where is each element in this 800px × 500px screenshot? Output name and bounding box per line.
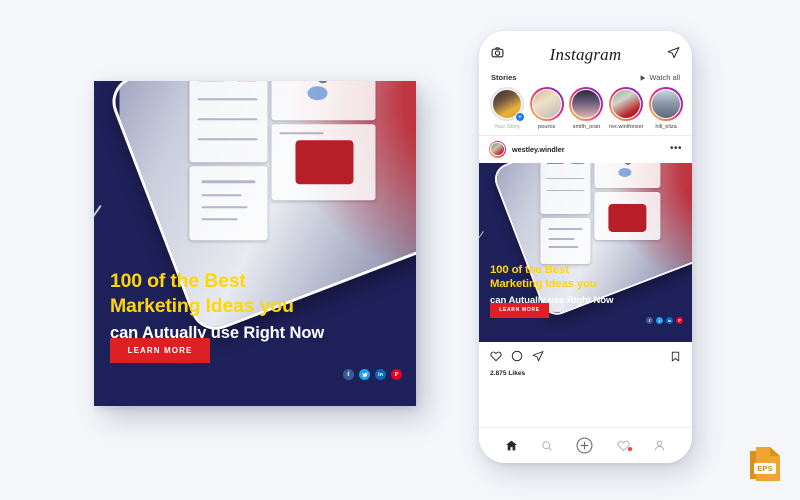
stories-header: Stories Watch all — [479, 71, 692, 85]
nav-profile-icon[interactable] — [653, 439, 666, 452]
story-item[interactable]: + Your Story — [489, 87, 525, 130]
post-avatar[interactable] — [489, 140, 506, 158]
post-username[interactable]: westley.windler — [512, 145, 565, 154]
linkedin-icon[interactable]: in — [666, 316, 673, 324]
ellipsis-icon[interactable]: ••• — [670, 144, 682, 154]
eps-label: EPS — [754, 463, 776, 474]
paper-plane-outline-icon[interactable] — [532, 349, 544, 367]
post-headline-line1: 100 of the Best — [490, 263, 569, 276]
story-username: rex.wintheiser — [609, 123, 644, 130]
post-decor-line-2 — [479, 230, 485, 278]
stories-label: Stories — [491, 73, 517, 82]
post-social-icons: f t in P — [646, 316, 683, 324]
story-username: smith_oran — [572, 123, 601, 130]
facebook-icon[interactable]: f — [343, 369, 354, 380]
story-item[interactable]: smith_oran — [569, 87, 605, 130]
post-learn-more-button[interactable]: LEARN MORE — [490, 302, 549, 318]
nav-home-icon[interactable] — [505, 439, 518, 452]
facebook-icon[interactable]: f — [646, 316, 653, 324]
camera-icon[interactable] — [491, 46, 504, 64]
story-username: pouros — [538, 123, 556, 130]
avatar — [571, 89, 602, 119]
linkedin-icon[interactable]: in — [375, 369, 386, 380]
banner-learn-more-button[interactable]: LEARN MORE — [110, 338, 210, 363]
avatar — [651, 89, 682, 119]
avatar — [611, 89, 642, 119]
social-media-banner: 100 of the Best Marketing Ideas you can … — [94, 81, 416, 406]
pinterest-icon[interactable]: P — [391, 369, 402, 380]
pinterest-icon[interactable]: P — [676, 316, 683, 324]
banner-headline-line2: Marketing Ideas you — [110, 295, 294, 317]
instagram-topbar: Instagram — [479, 31, 692, 71]
bookmark-outline-icon[interactable] — [670, 349, 681, 367]
instagram-logo: Instagram — [549, 45, 622, 64]
heart-outline-icon[interactable] — [490, 349, 502, 367]
post-action-bar — [479, 342, 692, 369]
post-header: westley.windler ••• — [479, 136, 692, 163]
banner-social-icons: f in P — [343, 369, 402, 380]
eps-file-badge: EPS — [746, 445, 784, 485]
story-username: hill_eliza — [655, 123, 677, 130]
post-headline-line2: Marketing Ideas you — [490, 278, 597, 290]
watch-all-label: Watch all — [649, 73, 680, 82]
nav-activity-icon[interactable] — [617, 439, 632, 452]
story-username: Your Story — [493, 123, 520, 130]
notification-dot — [627, 447, 632, 451]
paper-plane-icon[interactable] — [667, 46, 680, 64]
post-likes-count: 2.875 Likes — [490, 369, 526, 377]
story-item[interactable]: rex.wintheiser — [608, 87, 644, 130]
story-item[interactable]: hill_eliza — [648, 87, 684, 130]
story-avatar-ring[interactable] — [569, 87, 604, 121]
stories-list[interactable]: + Your Story pouros smith_oran rex.winth… — [479, 85, 692, 130]
phone-mockup: Instagram Stories Watch all + Your Story — [479, 31, 692, 463]
story-avatar-ring[interactable] — [609, 87, 644, 121]
nav-search-icon[interactable] — [541, 440, 553, 452]
story-avatar-ring[interactable] — [529, 87, 564, 121]
play-triangle-icon — [641, 74, 646, 81]
story-avatar-ring[interactable]: + — [489, 87, 525, 122]
twitter-icon[interactable]: t — [656, 316, 663, 324]
avatar — [531, 89, 562, 119]
story-avatar-ring[interactable] — [649, 87, 684, 121]
nav-add-icon[interactable] — [576, 437, 593, 454]
banner-headline-line1: 100 of the Best — [110, 270, 246, 292]
bottom-navigation — [479, 427, 692, 463]
twitter-icon[interactable] — [359, 369, 370, 380]
comment-outline-icon[interactable] — [511, 349, 523, 367]
post-creative[interactable]: 100 of the Best Marketing Ideas you can … — [479, 162, 692, 342]
banner-decor-line-2 — [94, 205, 102, 282]
canvas: 100 of the Best Marketing Ideas you can … — [0, 0, 800, 500]
story-item[interactable]: pouros — [529, 87, 565, 130]
watch-all-button[interactable]: Watch all — [640, 73, 680, 82]
add-story-badge[interactable]: + — [514, 112, 525, 122]
